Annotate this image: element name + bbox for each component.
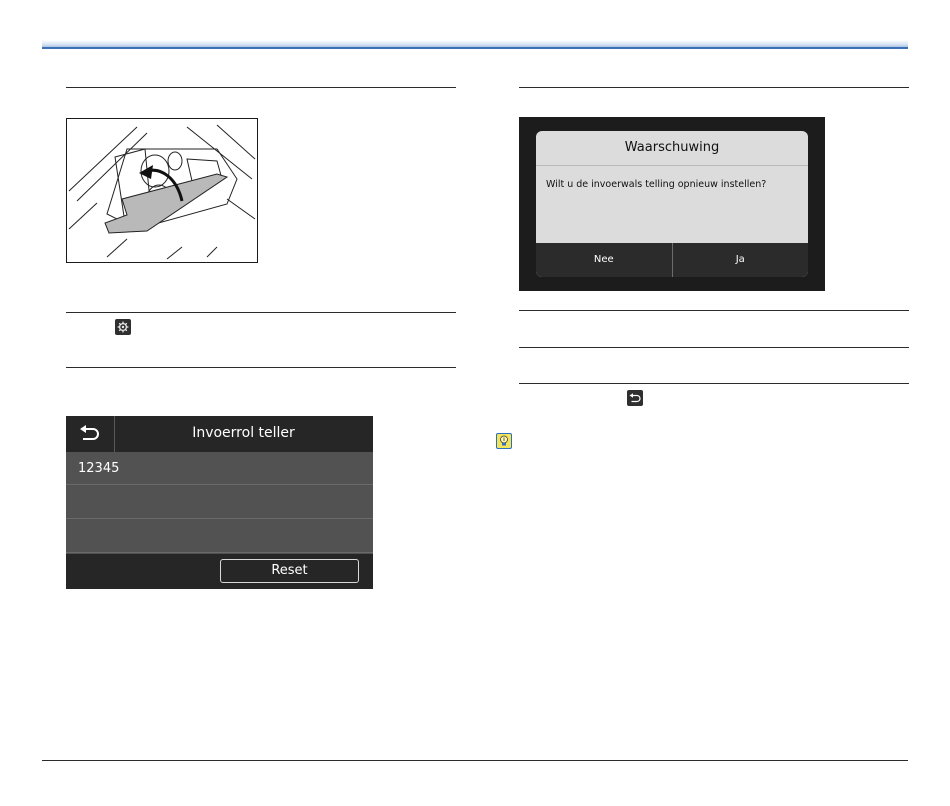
- counter-value-row: 12345: [66, 452, 373, 485]
- section-divider: [66, 367, 456, 368]
- page-header-line: [42, 47, 908, 49]
- yes-button[interactable]: Ja: [671, 243, 809, 277]
- dialog-message: Wilt u de invoerwals telling opnieuw ins…: [546, 179, 767, 190]
- screen-title: Invoerrol teller: [192, 425, 295, 441]
- warning-dialog: Waarschuwing Wilt u de invoerwals tellin…: [536, 131, 808, 277]
- section-divider: [519, 347, 909, 348]
- section-divider: [519, 310, 909, 311]
- section-divider: [66, 312, 456, 313]
- dialog-title: Waarschuwing: [536, 131, 808, 166]
- page-footer-line: [42, 760, 908, 761]
- back-arrow-icon: [80, 425, 99, 440]
- section-divider: [66, 87, 456, 88]
- roller-counter-screen: Invoerrol teller 12345 Reset: [66, 416, 373, 589]
- section-divider: [519, 87, 909, 88]
- roller-illustration-drawing: [68, 124, 256, 260]
- no-button[interactable]: Nee: [536, 243, 672, 277]
- lightbulb-icon: [496, 433, 512, 449]
- gear-icon: [115, 319, 131, 335]
- warning-screen: Waarschuwing Wilt u de invoerwals tellin…: [519, 117, 825, 291]
- list-item: [66, 486, 373, 519]
- back-button[interactable]: [66, 416, 115, 452]
- screen-footer: Reset: [66, 554, 373, 589]
- reset-button[interactable]: Reset: [220, 559, 359, 583]
- roller-replacement-illustration: [66, 118, 258, 263]
- screen-header: Invoerrol teller: [66, 416, 373, 452]
- list-item: [66, 520, 373, 553]
- dialog-buttons: Nee Ja: [536, 243, 808, 277]
- back-arrow-icon: [627, 390, 643, 406]
- section-divider: [519, 383, 909, 384]
